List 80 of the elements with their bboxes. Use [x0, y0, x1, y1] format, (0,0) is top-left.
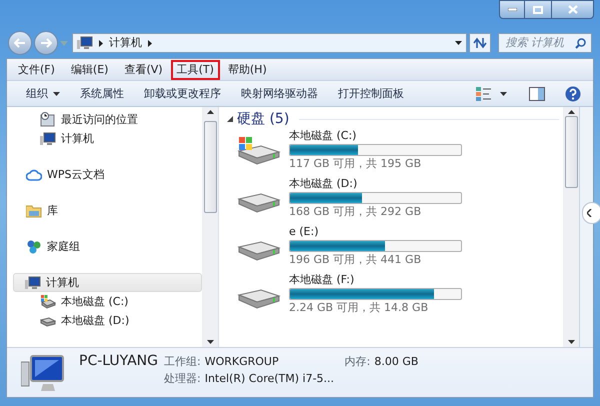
drive-icon [237, 135, 281, 165]
drive-space-text: 117 GB 可用，共 195 GB [289, 157, 422, 171]
forward-arrow-icon [40, 38, 52, 48]
drive-name[interactable]: 本地磁盘 (D:) [289, 177, 462, 191]
view-icon [476, 86, 492, 100]
back-button[interactable] [8, 31, 32, 55]
processor-value: Intel(R) Core(TM) i7-5... [204, 372, 334, 386]
scrollbar[interactable] [563, 107, 579, 347]
scroll-thumb[interactable] [204, 121, 216, 213]
nav-item[interactable]: 计算机 [7, 129, 202, 148]
dropdown-caret-icon [53, 92, 60, 96]
toolbar-button[interactable]: 系统属性 [71, 82, 133, 104]
back-arrow-icon [14, 38, 26, 48]
menu-item[interactable]: 工具(T) [170, 60, 220, 80]
drive-icon [40, 314, 56, 326]
menu-item[interactable]: 文件(F) [10, 60, 63, 80]
minimize-icon [508, 8, 516, 11]
menu-item[interactable]: 编辑(E) [62, 60, 116, 80]
maximize-button[interactable] [525, 0, 551, 19]
workgroup-label: 工作组: [164, 355, 201, 369]
drive-name[interactable]: 本地磁盘 (C:) [289, 129, 462, 143]
group-header[interactable]: 硬盘 (5) [237, 112, 290, 126]
menu-item[interactable]: 查看(V) [116, 60, 171, 80]
scroll-down-icon[interactable] [568, 340, 574, 344]
workgroup-value: WORKGROUP [204, 355, 279, 369]
toolbar-button[interactable]: 打开控制面板 [329, 82, 413, 104]
chevron-right-icon [98, 40, 103, 46]
breadcrumb-item[interactable]: 计算机 [108, 36, 142, 50]
forward-button[interactable] [34, 31, 58, 55]
recent-places-icon [40, 112, 56, 128]
nav-item[interactable]: 最近访问的位置 [7, 110, 202, 129]
drive-space-text: 2.24 GB 可用，共 14.8 GB [289, 301, 430, 315]
scrollbar[interactable] [202, 107, 218, 347]
computer-icon [21, 354, 65, 392]
dropdown-caret-icon [500, 92, 507, 96]
nav-item[interactable]: 计算机 [13, 273, 202, 292]
nav-item[interactable]: 家庭组 [7, 237, 202, 256]
toolbar-button[interactable]: 组织 [17, 82, 69, 104]
search-field[interactable]: 搜索 计算机 [498, 33, 592, 53]
menu-item[interactable]: 帮助(H) [220, 60, 275, 80]
toolbar-button[interactable]: 映射网络驱动器 [232, 82, 327, 104]
close-button[interactable] [551, 0, 594, 19]
scroll-thumb[interactable] [564, 116, 578, 188]
refresh-button[interactable] [469, 33, 492, 53]
chevron-left-icon [587, 209, 592, 217]
processor-label: 处理器: [164, 372, 201, 386]
computer-icon [76, 36, 93, 50]
drive-icon [40, 294, 56, 309]
refresh-icon [473, 37, 488, 49]
drive-space-text: 168 GB 可用，共 292 GB [289, 205, 422, 219]
maximize-icon [533, 6, 543, 14]
search-icon [575, 38, 586, 48]
memory-value: 8.00 GB [374, 355, 418, 369]
chevron-right-icon [148, 40, 152, 46]
dropdown-caret-icon[interactable] [455, 41, 462, 45]
computer-name: PC-LUYANG [79, 354, 158, 368]
nav-item[interactable]: 本地磁盘 (D:) [7, 311, 202, 330]
drive-name[interactable]: e (E:) [289, 225, 462, 239]
scroll-up-icon[interactable] [568, 110, 574, 114]
nav-item[interactable]: 库 [7, 201, 202, 220]
close-icon [568, 5, 578, 14]
toolbar-button[interactable]: 卸载或更改程序 [135, 82, 230, 104]
preview-pane-icon [529, 86, 545, 100]
folder-icon [26, 204, 42, 218]
scroll-up-icon[interactable] [206, 110, 214, 114]
show-pane-button[interactable] [582, 202, 600, 224]
homegroup-icon [26, 238, 42, 254]
drive-name[interactable]: 本地磁盘 (F:) [289, 273, 462, 287]
nav-item[interactable]: WPS云文档 [7, 165, 202, 184]
nav-item[interactable]: 本地磁盘 (C:) [7, 292, 202, 311]
address-field[interactable]: 计算机 [72, 33, 468, 53]
help-icon [565, 86, 581, 102]
computer-icon [25, 276, 41, 290]
cloud-icon [26, 168, 42, 180]
minimize-button[interactable] [499, 0, 525, 19]
collapse-triangle-icon[interactable] [227, 116, 233, 122]
memory-label: 内存: [344, 355, 370, 369]
computer-icon [40, 132, 56, 146]
scroll-down-icon[interactable] [206, 340, 214, 344]
drive-space-text: 196 GB 可用，共 441 GB [289, 253, 422, 267]
